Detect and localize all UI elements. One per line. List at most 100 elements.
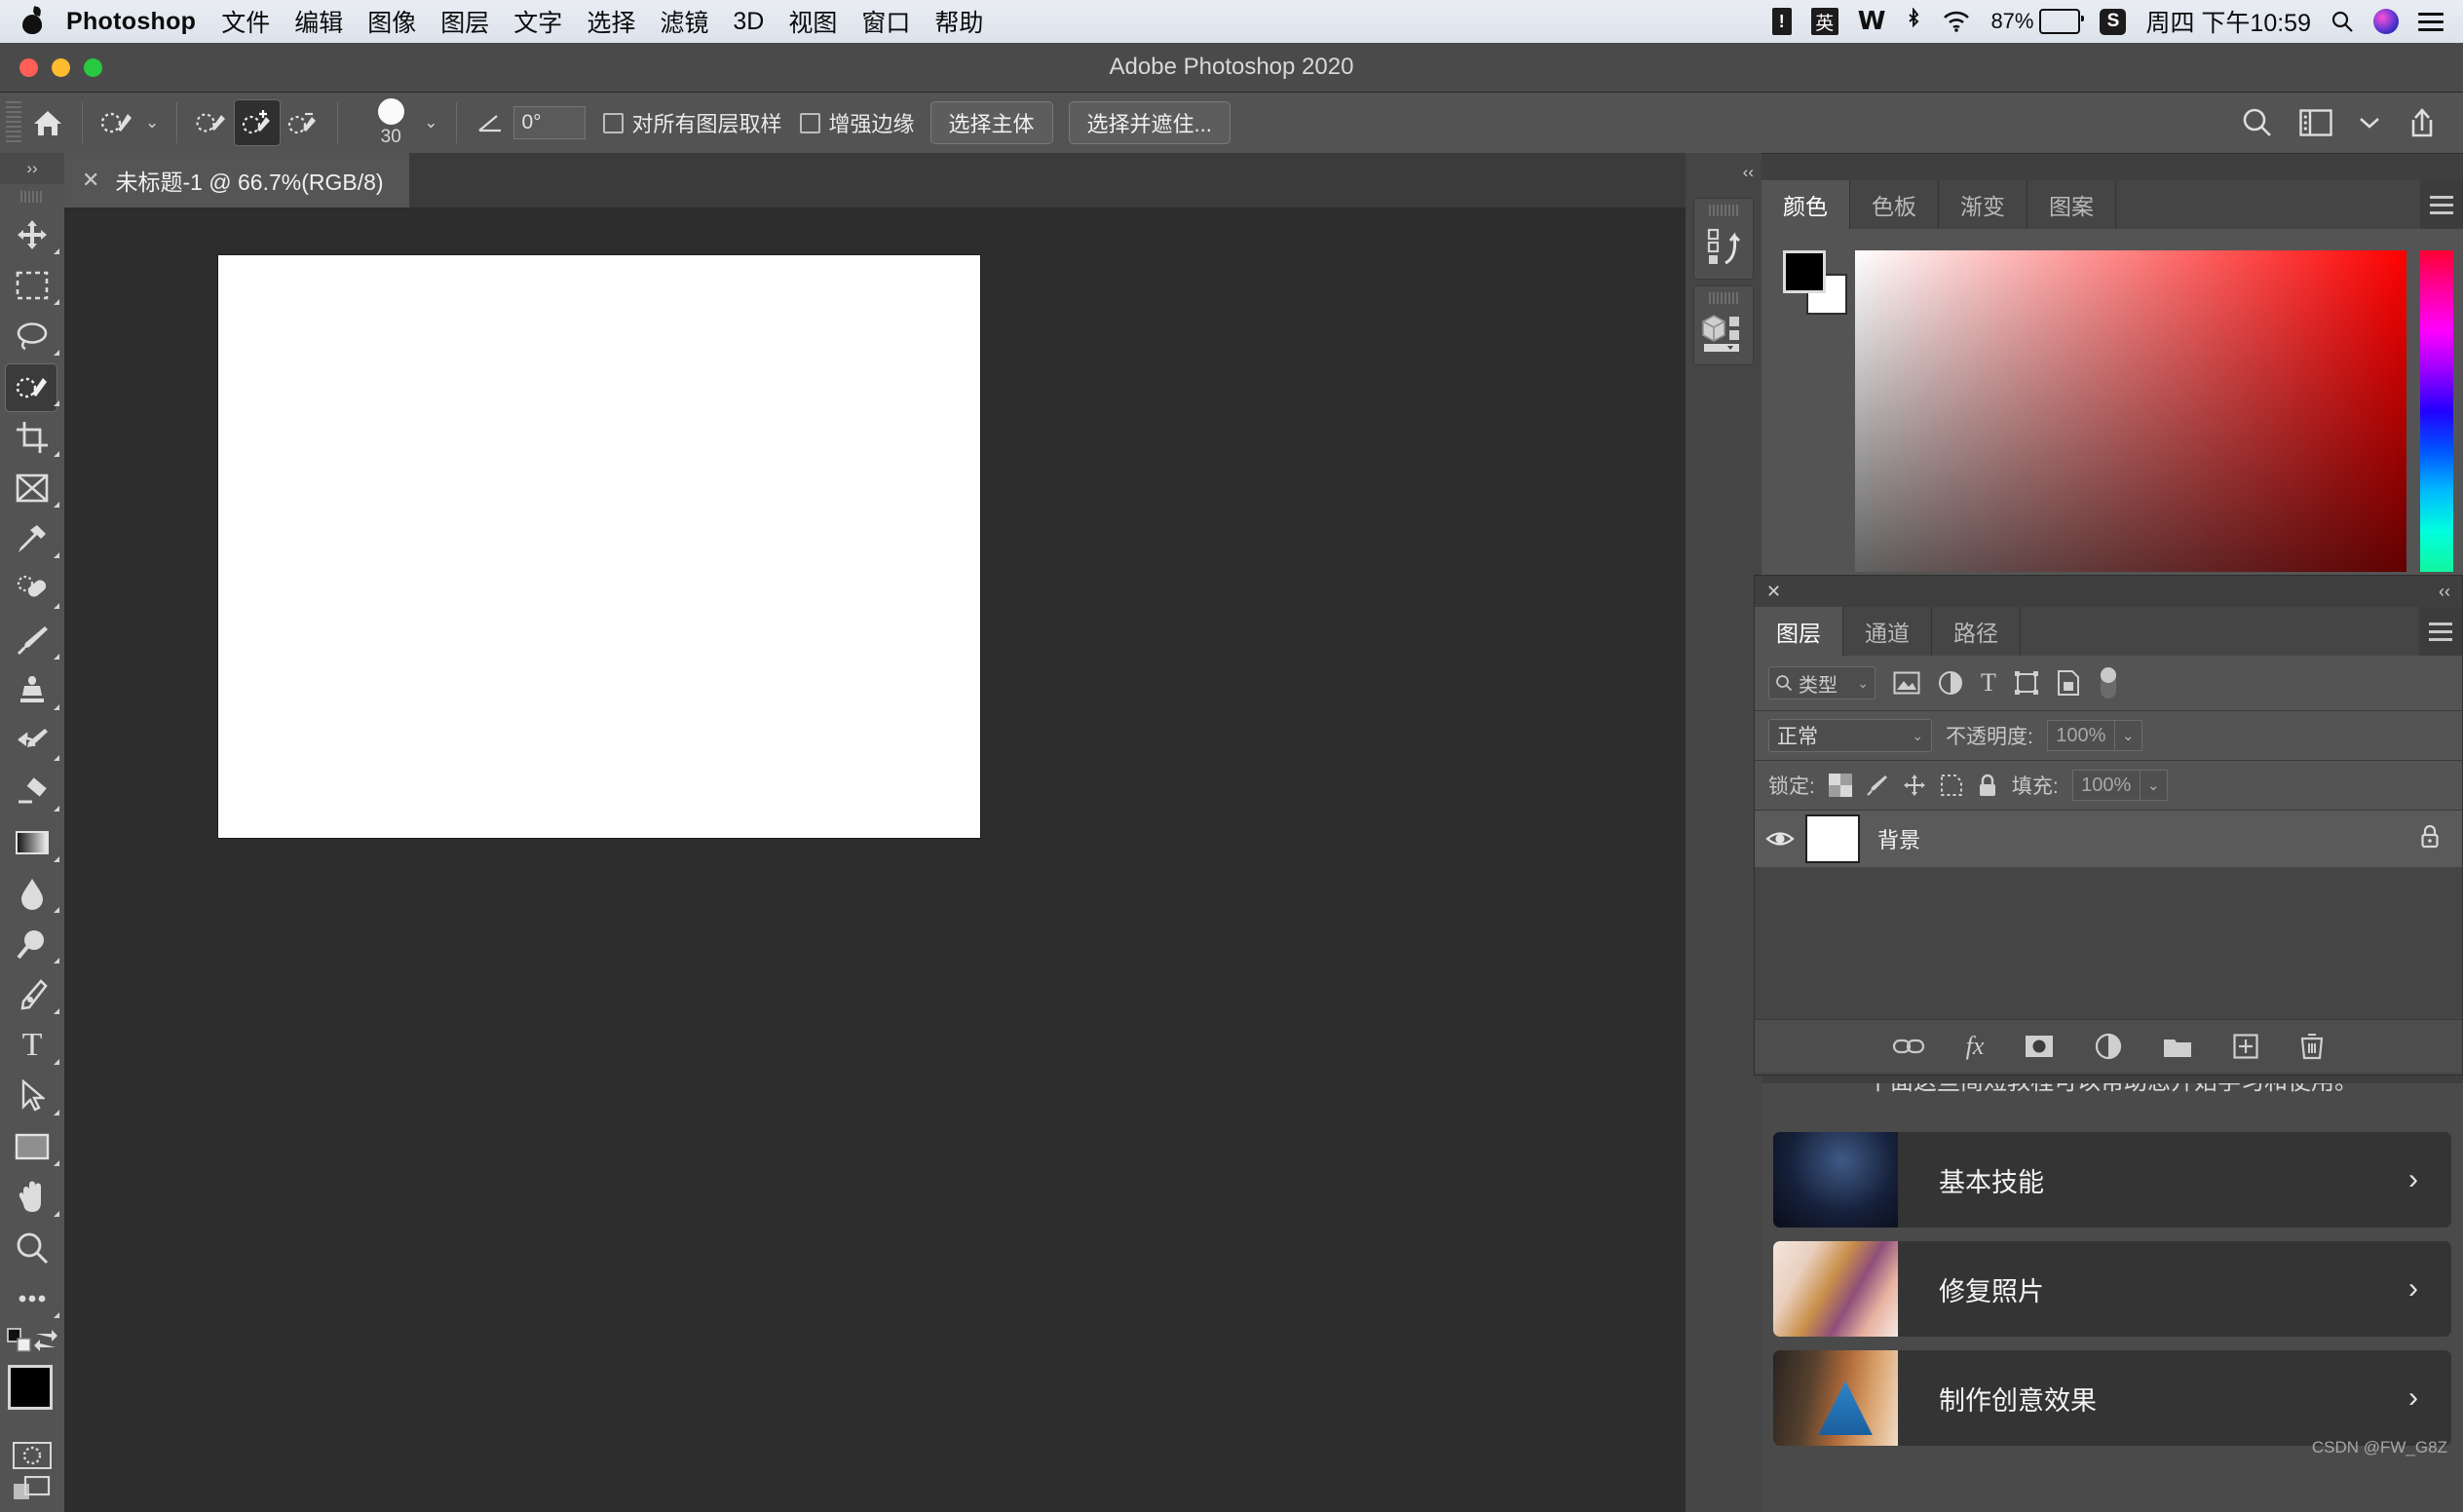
menu-item-view[interactable]: 视图 — [788, 4, 837, 39]
tab-paths[interactable]: 路径 — [1932, 607, 2021, 656]
filter-toggle-switch[interactable] — [2098, 665, 2119, 700]
quick-selection-tool-preset-icon[interactable] — [95, 100, 139, 145]
options-bar-grip[interactable] — [6, 101, 21, 144]
angle-input[interactable]: 0° — [513, 106, 586, 139]
tool-preset-chevron-down-icon[interactable]: ⌄ — [145, 113, 159, 132]
screen-mode-icon[interactable] — [13, 1476, 52, 1501]
battery-status[interactable]: 87% — [1990, 9, 2080, 34]
libraries-panel-icon[interactable] — [1693, 285, 1754, 365]
sidebar-item-frame-tool[interactable] — [0, 463, 64, 513]
tab-color[interactable]: 颜色 — [1762, 180, 1850, 229]
selection-mode-subtract-button[interactable] — [281, 100, 325, 145]
chevron-right-icon[interactable]: › — [2408, 1163, 2451, 1196]
toolbar-expand-icon[interactable]: ›› — [0, 153, 64, 184]
sidebar-item-type-tool[interactable]: T — [0, 1020, 64, 1071]
control-center-icon[interactable] — [2418, 13, 2444, 31]
bluetooth-icon[interactable] — [1905, 7, 1922, 36]
close-window-button[interactable] — [19, 58, 38, 77]
snipaste-icon[interactable]: S — [2100, 9, 2126, 35]
color-panel-menu-icon[interactable] — [2420, 180, 2463, 229]
tab-swatches[interactable]: 色板 — [1850, 180, 1939, 229]
chevron-right-icon[interactable]: › — [2408, 1272, 2451, 1305]
dock-collapse-icon[interactable]: ‹‹ — [1686, 153, 1762, 192]
sidebar-item-blur-tool[interactable] — [0, 868, 64, 919]
close-icon[interactable]: ✕ — [1766, 582, 1781, 602]
maximize-window-button[interactable] — [84, 58, 102, 77]
minimize-window-button[interactable] — [52, 58, 70, 77]
layer-name[interactable]: 背景 — [1877, 823, 2419, 854]
fx-icon[interactable]: fx — [1966, 1032, 1985, 1061]
color-panel-swatches[interactable] — [1783, 250, 1834, 301]
word-icon[interactable]: W — [1858, 7, 1886, 36]
brush-options-chevron-down-icon[interactable]: ⌄ — [424, 113, 437, 132]
list-item[interactable]: 基本技能 › — [1773, 1132, 2451, 1228]
chevron-right-icon[interactable]: › — [2408, 1381, 2451, 1415]
sidebar-item-edit-toolbar-tool[interactable] — [0, 1273, 64, 1324]
sidebar-item-quick-selection-tool[interactable] — [0, 361, 64, 412]
enhance-edge-checkbox[interactable]: 增强边缘 — [800, 107, 915, 138]
layers-panel-menu-icon[interactable] — [2419, 607, 2462, 656]
sidebar-item-lasso-tool[interactable] — [0, 311, 64, 361]
tab-channels[interactable]: 通道 — [1843, 607, 1932, 656]
hue-slider[interactable] — [2420, 250, 2453, 572]
menu-item-type[interactable]: 文字 — [513, 4, 562, 39]
opacity-chevron-down-icon[interactable]: ⌄ — [2115, 720, 2142, 751]
foreground-background-color-swatch[interactable] — [0, 1357, 64, 1439]
selection-mode-add-button[interactable] — [234, 99, 281, 146]
layer-thumbnail[interactable] — [1805, 814, 1860, 863]
menu-item-image[interactable]: 图像 — [367, 4, 416, 39]
color-picker-field[interactable] — [1855, 250, 2406, 572]
tab-patterns[interactable]: 图案 — [2027, 180, 2116, 229]
selection-mode-new-button[interactable] — [189, 100, 234, 145]
filter-type-layers-icon[interactable]: T — [1981, 668, 1996, 698]
siri-icon[interactable] — [2373, 9, 2399, 34]
spotlight-search-icon[interactable] — [2330, 7, 2354, 36]
close-icon[interactable]: ✕ — [82, 168, 99, 193]
menu-item-layer[interactable]: 图层 — [440, 4, 489, 39]
home-icon[interactable] — [25, 100, 70, 145]
sidebar-item-eyedropper-tool[interactable] — [0, 513, 64, 564]
menu-item-help[interactable]: 帮助 — [934, 4, 983, 39]
sidebar-item-crop-tool[interactable] — [0, 412, 64, 463]
lock-position-icon[interactable] — [1903, 774, 1926, 797]
warning-icon[interactable]: ! — [1772, 8, 1792, 35]
sidebar-item-marquee-tool[interactable] — [0, 260, 64, 311]
sidebar-item-zoom-tool[interactable] — [0, 1223, 64, 1273]
menu-item-edit[interactable]: 编辑 — [294, 4, 343, 39]
menu-bar-clock[interactable]: 周四 下午10:59 — [2145, 4, 2311, 39]
default-colors-icon[interactable] — [7, 1328, 32, 1353]
document-tab[interactable]: ✕ 未标题-1 @ 66.7%(RGB/8) — [64, 153, 409, 208]
sidebar-item-clone-stamp-tool[interactable] — [0, 665, 64, 716]
sidebar-item-history-brush-tool[interactable] — [0, 716, 64, 767]
fill-chevron-down-icon[interactable]: ⌄ — [2141, 770, 2168, 801]
chevron-down-icon[interactable]: ⌄ — [1857, 675, 1869, 692]
menu-item-window[interactable]: 窗口 — [861, 4, 910, 39]
history-panel-icon[interactable] — [1693, 198, 1754, 280]
layer-filter-type-select[interactable]: 类型 ⌄ — [1768, 666, 1876, 699]
tab-layers[interactable]: 图层 — [1755, 607, 1843, 656]
color-panel-foreground-swatch[interactable] — [1783, 250, 1826, 293]
search-icon[interactable] — [2241, 106, 2274, 139]
menu-app-name[interactable]: Photoshop — [66, 8, 196, 36]
input-method-icon[interactable]: 英 — [1811, 8, 1838, 35]
adjustment-layer-icon[interactable] — [2095, 1033, 2122, 1060]
list-item[interactable]: 修复照片 › — [1773, 1241, 2451, 1337]
menu-item-select[interactable]: 选择 — [587, 4, 635, 39]
blend-mode-select[interactable]: 正常 ⌄ — [1768, 719, 1932, 752]
sidebar-item-healing-brush-tool[interactable] — [0, 564, 64, 615]
select-and-mask-button[interactable]: 选择并遮住... — [1069, 101, 1231, 144]
lock-transparent-pixels-icon[interactable] — [1829, 774, 1852, 797]
layer-lock-icon[interactable] — [2419, 824, 2462, 854]
opacity-input[interactable]: 100% — [2047, 720, 2115, 751]
sidebar-item-dodge-tool[interactable] — [0, 919, 64, 969]
layer-mask-icon[interactable] — [2025, 1035, 2054, 1058]
workspace-layout-icon[interactable] — [2299, 109, 2332, 136]
menu-item-filter[interactable]: 滤镜 — [660, 4, 708, 39]
sidebar-item-eraser-tool[interactable] — [0, 767, 64, 817]
filter-pixel-layers-icon[interactable] — [1893, 671, 1920, 695]
brush-size-preview[interactable]: 30 — [363, 98, 418, 148]
list-item[interactable]: 制作创意效果 › — [1773, 1350, 2451, 1446]
sidebar-item-gradient-tool[interactable] — [0, 817, 64, 868]
sample-all-layers-checkbox[interactable]: 对所有图层取样 — [603, 107, 782, 138]
table-row[interactable]: 背景 — [1755, 811, 2462, 867]
